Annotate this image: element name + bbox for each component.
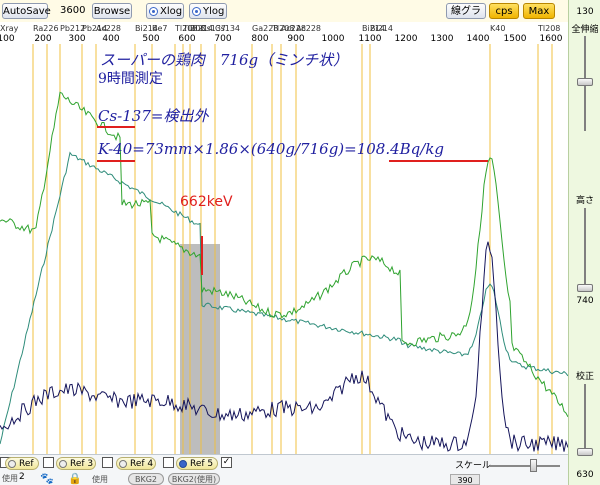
zoom-slider-thumb[interactable] [577, 78, 593, 86]
energy-tick-label: 500 [142, 34, 160, 44]
ref2-radio-icon [8, 460, 16, 468]
top-value: 130 [576, 7, 594, 17]
ref2-button[interactable]: Ref 2 [5, 457, 39, 482]
height-slider-track[interactable] [584, 208, 586, 288]
xlog-toggle[interactable]: Xlog [146, 3, 184, 19]
height-slider-thumb[interactable] [577, 284, 593, 292]
nuclide-label: Tl208 [538, 24, 561, 33]
bkg2-button[interactable]: BKG2 [128, 473, 164, 485]
energy-tick-label: 1600 [539, 34, 563, 44]
xlog-label: Xlog [160, 6, 183, 17]
line-graph-button[interactable]: 線グラフ [446, 3, 486, 33]
nuclide-label: Ra226 [33, 24, 59, 33]
use-checkbox-2[interactable] [43, 457, 54, 468]
navy-series-line [0, 241, 568, 453]
autosave-button[interactable]: AutoSave [2, 3, 51, 19]
ref5-radio-icon [179, 460, 187, 468]
energy-tick-label: 1500 [503, 34, 527, 44]
ylog-toggle[interactable]: Ylog [189, 3, 227, 19]
energy-tick-label: 300 [68, 34, 86, 44]
sample-title: スーパーの鶏肉 716g（ミンチ状） [100, 51, 349, 69]
count-value: 3600 [60, 5, 86, 16]
in-use-label-2: 使用 [92, 475, 108, 484]
ref4-button[interactable]: Ref 4 [116, 457, 156, 470]
zoom-label: 全伸縮 [571, 25, 599, 35]
nuclide-label: K40 [490, 24, 506, 33]
spectrum-plot[interactable]: スーパーの鶏肉 716g（ミンチ状） 9時間測定 Cs-137=検出外 K-40… [0, 44, 568, 454]
energy-tick-label: 400 [102, 34, 120, 44]
energy-tick-label: 1400 [466, 34, 490, 44]
nuclide-label: Ac228 [296, 24, 321, 33]
scale-slider-track[interactable] [490, 465, 560, 467]
ref3-label: Ref 3 [70, 459, 94, 469]
ref3-radio-icon [59, 460, 67, 468]
nuclide-label: Be7 [152, 24, 168, 33]
correction-slider-thumb[interactable] [577, 448, 593, 456]
scale-value: 390 [450, 474, 480, 485]
energy-tick-label: 1300 [430, 34, 454, 44]
energy-tick-label: 200 [34, 34, 52, 44]
nuclide-label: Ac228 [96, 24, 121, 33]
k40-prefix: K-40 [98, 140, 133, 158]
peak-energy-label: 662keV [180, 194, 233, 210]
bkg2-use-button[interactable]: BKG2(使用) [168, 473, 220, 485]
ref5-label: Ref 5 [190, 459, 214, 469]
ref5-checkbox[interactable]: ✓ [221, 457, 232, 468]
in-use-label: 使用 [2, 474, 18, 483]
k40-formula: =73mm×1.86×(640g/716g)= [132, 140, 357, 158]
ref5-button[interactable]: Ref 5 [176, 457, 218, 470]
spectrum-app: AutoSave 3600 Browse Xlog Ylog 線グラフ cps … [0, 0, 600, 485]
toolbar: AutoSave 3600 Browse Xlog Ylog 線グラフ cps … [0, 0, 568, 33]
ref4-radio-icon [119, 460, 127, 468]
k40-calculation: K-40=73mm×1.86×(640g/716g)=108.4Bq/kg [98, 140, 444, 158]
spectrum-svg [0, 44, 568, 454]
bottom-bar: Ref 2 Ref 3 Ref 4 Ref 5 ✓ 使用 🐾 🔒 使用 BKG2… [0, 454, 568, 485]
browse-button[interactable]: Browse [92, 3, 132, 19]
energy-axis: 100 200 300 400 500 600 700 800 900 1000 1100 1200 1… [0, 22, 568, 44]
paw-icon[interactable]: 🐾 [40, 472, 54, 485]
height-value: 740 [576, 296, 594, 306]
energy-tick-label: 800 [251, 34, 269, 44]
use-checkbox-3[interactable] [102, 457, 113, 468]
side-panel: 130 全伸縮 高さ 740 校正 630 [568, 0, 600, 485]
cs137-result: Cs-137=検出外 [98, 107, 209, 125]
energy-tick-label: 700 [214, 34, 232, 44]
correction-slider-track[interactable] [584, 384, 586, 454]
ylog-label: Ylog [203, 6, 225, 17]
max-button[interactable]: Max [523, 3, 555, 19]
correction-label: 校正 [575, 372, 594, 382]
duration-text: 9時間測定 [98, 71, 163, 87]
ref2-label: Ref 2 [19, 459, 34, 482]
nuclide-label: Cs134 [215, 24, 241, 33]
lock-icon[interactable]: 🔒 [68, 472, 82, 485]
energy-tick-label: 1200 [394, 34, 418, 44]
energy-tick-label: 1000 [321, 34, 345, 44]
use-checkbox-4[interactable] [163, 457, 174, 468]
xlog-radio-icon [149, 7, 158, 16]
nuclide-label: Bi214 [370, 24, 393, 33]
scale-slider-thumb[interactable] [530, 459, 537, 472]
ylog-radio-icon [192, 7, 201, 16]
cs137-highlight-band [180, 244, 220, 454]
ref4-label: Ref 4 [130, 459, 154, 469]
energy-tick-label: 100 [0, 34, 15, 44]
xray-label: Xray [0, 24, 19, 33]
ref3-button[interactable]: Ref 3 [56, 457, 96, 470]
energy-tick-label: 1100 [358, 34, 382, 44]
k40-result: 108.4Bq/kg [356, 140, 445, 158]
correction-value: 630 [576, 470, 594, 480]
cps-button[interactable]: cps [489, 3, 519, 19]
scale-label: スケール [455, 461, 492, 471]
height-label: 高さ [575, 196, 594, 206]
energy-tick-label: 900 [287, 34, 305, 44]
energy-tick-label: 600 [178, 34, 196, 44]
